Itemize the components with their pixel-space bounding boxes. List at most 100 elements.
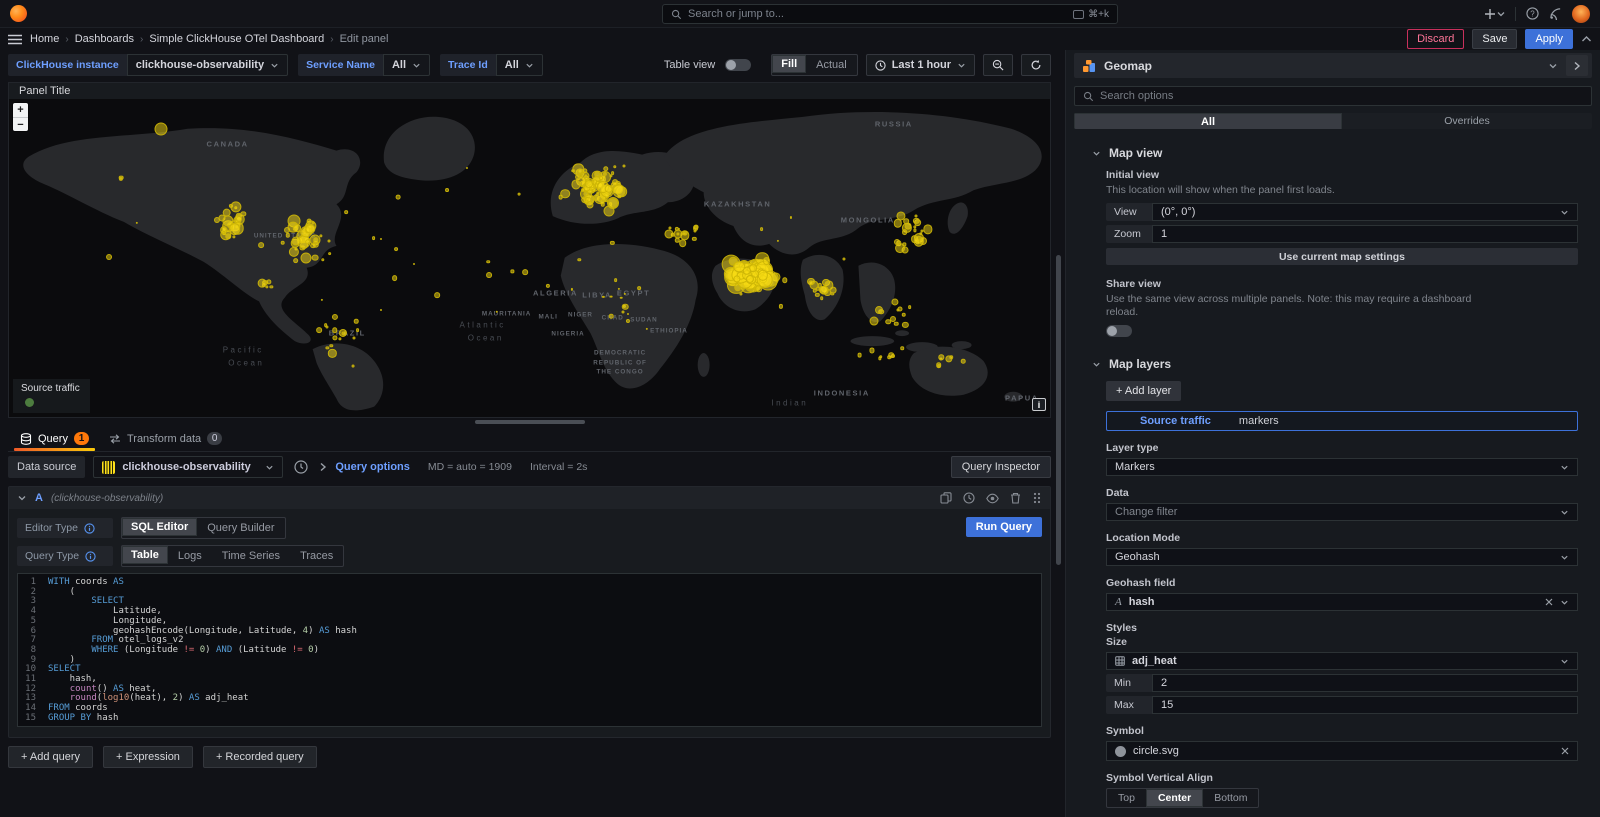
data-filter-select[interactable]: Change filter xyxy=(1106,503,1578,521)
map-marker[interactable] xyxy=(586,202,593,209)
map-marker[interactable] xyxy=(609,314,614,319)
map-marker[interactable] xyxy=(678,228,680,230)
segment-option[interactable]: Bottom xyxy=(1203,789,1258,807)
map-marker[interactable] xyxy=(604,184,613,193)
add-layer-button[interactable]: + Add layer xyxy=(1106,381,1181,401)
breadcrumb-item[interactable]: Dashboards xyxy=(75,33,134,45)
content-scrollbar[interactable] xyxy=(1056,255,1061,565)
max-input[interactable]: 15 xyxy=(1152,696,1578,714)
query-options-toggle[interactable]: Query options xyxy=(335,461,410,473)
help-icon[interactable]: ? xyxy=(1526,7,1539,20)
segment-option[interactable]: Table xyxy=(122,546,168,564)
map-marker[interactable] xyxy=(875,306,883,314)
map-marker[interactable] xyxy=(106,254,112,260)
info-icon[interactable] xyxy=(85,551,96,562)
refresh-button[interactable] xyxy=(1021,54,1051,76)
map-marker[interactable] xyxy=(622,311,625,314)
map-marker[interactable] xyxy=(487,260,491,264)
map-marker[interactable] xyxy=(293,258,299,264)
map-marker[interactable] xyxy=(614,278,618,282)
map-marker[interactable] xyxy=(763,257,771,265)
breadcrumb-item[interactable]: Edit panel xyxy=(340,33,389,45)
map-marker[interactable] xyxy=(902,229,908,235)
map-marker[interactable] xyxy=(595,171,601,177)
share-view-toggle[interactable] xyxy=(1106,325,1132,337)
map-canvas[interactable]: RUSSIACANADAUNITED STATESKAZAKHSTANMONGO… xyxy=(9,99,1050,417)
tab-query[interactable]: Query1 xyxy=(10,426,99,451)
map-marker[interactable] xyxy=(332,328,338,334)
segment-option[interactable]: Time Series xyxy=(212,546,290,566)
map-marker[interactable] xyxy=(222,227,227,232)
map-marker[interactable] xyxy=(679,239,687,247)
map-marker[interactable] xyxy=(258,279,267,288)
map-marker[interactable] xyxy=(895,243,905,253)
section-map-layers[interactable]: Map layers xyxy=(1092,357,1578,371)
drag-handle-icon[interactable] xyxy=(1032,492,1042,504)
map-marker[interactable] xyxy=(961,359,966,364)
map-zoom-out-button[interactable]: − xyxy=(13,117,28,131)
variable-value-select[interactable]: clickhouse-observability xyxy=(127,54,288,76)
segment-option[interactable]: Traces xyxy=(290,546,343,566)
map-marker[interactable] xyxy=(937,364,941,368)
map-marker[interactable] xyxy=(857,352,862,357)
map-marker[interactable] xyxy=(312,221,315,224)
map-marker[interactable] xyxy=(486,272,492,278)
map-marker[interactable] xyxy=(599,176,603,180)
zoom-input[interactable]: 1 xyxy=(1152,225,1578,243)
segment-option[interactable]: Logs xyxy=(168,546,212,566)
chevron-down-icon[interactable] xyxy=(1548,61,1558,71)
options-filter-tab[interactable]: Overrides xyxy=(1342,113,1592,129)
segment-option[interactable]: Fill xyxy=(772,55,806,73)
size-field-select[interactable]: adj_heat xyxy=(1106,652,1578,670)
options-filter-tab[interactable]: All xyxy=(1074,113,1342,129)
map-marker[interactable] xyxy=(229,223,241,235)
map-marker[interactable] xyxy=(356,328,360,332)
map-marker[interactable] xyxy=(291,237,300,246)
map-marker[interactable] xyxy=(894,322,899,327)
map-marker[interactable] xyxy=(496,311,499,314)
query-footer-button[interactable]: + Expression xyxy=(103,746,193,768)
layer-row[interactable]: Source traffic markers xyxy=(1106,411,1578,431)
segment-option[interactable]: Actual xyxy=(806,55,857,75)
add-menu-button[interactable] xyxy=(1485,8,1505,20)
map-marker[interactable] xyxy=(372,236,376,240)
map-marker[interactable] xyxy=(904,223,911,230)
search-input[interactable]: Search or jump to... ⌘+k xyxy=(662,4,1118,24)
location-mode-select[interactable]: Geohash xyxy=(1106,548,1578,566)
map-marker[interactable] xyxy=(328,252,332,256)
menu-icon[interactable] xyxy=(8,34,22,45)
map-marker[interactable] xyxy=(434,292,440,298)
segment-option[interactable]: SQL Editor xyxy=(122,518,197,536)
segment-option[interactable]: Query Builder xyxy=(197,518,284,538)
query-history-icon[interactable] xyxy=(963,492,975,504)
news-icon[interactable] xyxy=(1549,7,1562,20)
time-range-picker[interactable]: Last 1 hour xyxy=(866,54,975,76)
query-row-header[interactable]: A (clickhouse-observability) xyxy=(9,487,1050,509)
map-marker[interactable] xyxy=(581,188,585,192)
map-marker[interactable] xyxy=(413,263,415,265)
delete-query-icon[interactable] xyxy=(1010,492,1021,504)
map-marker[interactable] xyxy=(637,286,641,290)
save-button[interactable]: Save xyxy=(1472,29,1517,49)
map-marker[interactable] xyxy=(608,198,618,208)
map-marker[interactable] xyxy=(571,169,575,173)
map-marker[interactable] xyxy=(301,252,312,263)
segment-option[interactable]: Center xyxy=(1146,789,1203,807)
map-marker[interactable] xyxy=(155,123,168,136)
run-query-button[interactable]: Run Query xyxy=(966,517,1042,537)
datasource-picker[interactable]: clickhouse-observability xyxy=(93,456,283,478)
symbol-select[interactable]: circle.svg xyxy=(1106,741,1578,761)
map-attribution-button[interactable]: i xyxy=(1032,398,1046,411)
map-marker[interactable] xyxy=(394,247,398,251)
map-zoom-in-button[interactable]: + xyxy=(13,103,28,117)
chevron-right-icon[interactable] xyxy=(319,462,327,472)
chevron-down-icon[interactable] xyxy=(17,493,27,503)
map-marker[interactable] xyxy=(258,242,264,248)
map-marker[interactable] xyxy=(316,328,322,334)
info-icon[interactable] xyxy=(84,523,95,534)
map-marker[interactable] xyxy=(342,331,347,336)
map-marker[interactable] xyxy=(352,365,355,368)
map-marker[interactable] xyxy=(222,208,231,217)
map-marker[interactable] xyxy=(445,188,449,192)
breadcrumb-item[interactable]: Simple ClickHouse OTel Dashboard xyxy=(149,33,324,45)
